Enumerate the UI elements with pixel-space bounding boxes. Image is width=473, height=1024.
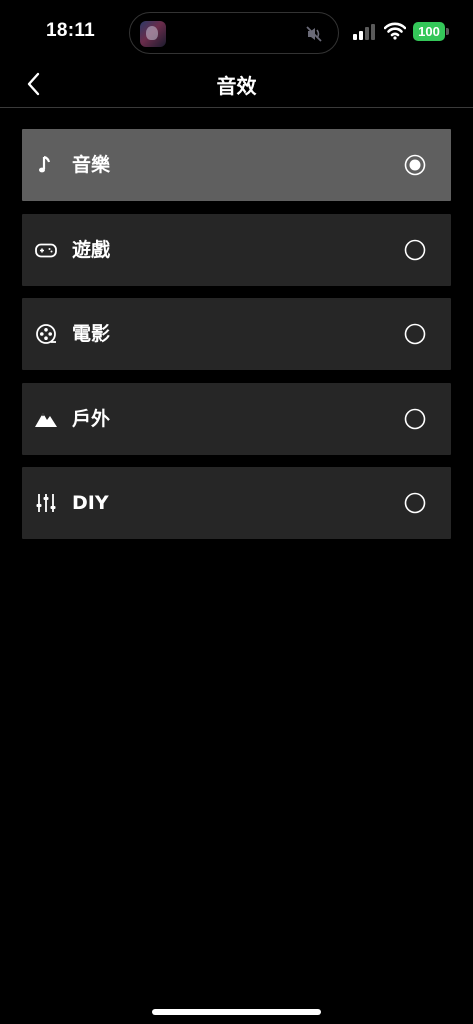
- battery-tip: [446, 28, 449, 35]
- mute-slash-icon: [306, 26, 322, 42]
- status-time: 18:11: [46, 20, 96, 41]
- battery-level: 100: [413, 22, 445, 41]
- option-label: 戶外: [72, 407, 111, 430]
- option-label: 遊戲: [72, 238, 111, 261]
- radio-unselected-icon[interactable]: [404, 492, 426, 514]
- radio-selected-icon[interactable]: [404, 154, 426, 176]
- radio-unselected-icon[interactable]: [404, 408, 426, 430]
- option-diy[interactable]: DIY: [22, 467, 451, 539]
- dynamic-island[interactable]: [129, 12, 339, 54]
- now-playing-artwork[interactable]: [140, 21, 166, 47]
- wifi-icon: [384, 22, 406, 40]
- nav-bar: 音效: [0, 60, 473, 108]
- radio-unselected-icon[interactable]: [404, 323, 426, 345]
- option-outdoor[interactable]: 戶外: [22, 382, 451, 455]
- battery-icon: 100: [413, 22, 449, 41]
- equalizer-sliders-icon: [36, 494, 56, 512]
- option-music[interactable]: 音樂: [22, 129, 451, 201]
- cellular-signal-icon: [353, 24, 375, 40]
- radio-unselected-icon[interactable]: [404, 239, 426, 261]
- option-game[interactable]: 遊戲: [22, 213, 451, 286]
- mountain-icon: [35, 412, 57, 427]
- page-title: 音效: [216, 74, 257, 98]
- sound-effect-list: 音樂 遊戲 電影 戶外 DIY: [22, 129, 451, 552]
- option-label: 電影: [72, 323, 111, 345]
- option-label: DIY: [72, 492, 109, 514]
- option-label: 音樂: [72, 154, 111, 176]
- status-bar: 18:11 100: [0, 0, 473, 64]
- option-movie[interactable]: 電影: [22, 298, 451, 370]
- music-note-icon: [39, 155, 51, 173]
- film-reel-icon: [36, 324, 56, 344]
- gamepad-icon: [35, 243, 57, 257]
- home-indicator[interactable]: [152, 1009, 321, 1015]
